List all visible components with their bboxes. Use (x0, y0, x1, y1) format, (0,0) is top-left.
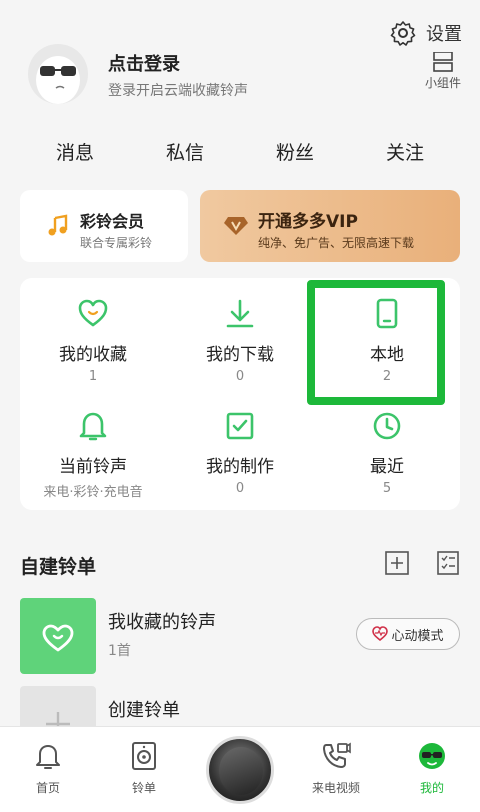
list-item-count: 1首 (108, 643, 131, 659)
grid-item-downloads[interactable]: 我的下载 0 (167, 278, 313, 388)
add-list-icon[interactable] (384, 550, 410, 576)
vip-title: 开通多多VIP (258, 212, 358, 232)
grid-count: 5 (382, 481, 392, 496)
avatar[interactable] (28, 44, 88, 104)
grid-label: 我的收藏 (59, 345, 127, 365)
grid-label: 当前铃声 (59, 457, 127, 477)
grid-count: 1 (88, 369, 98, 384)
tab-label: 首页 (35, 781, 60, 795)
stat-fans[interactable]: 粉丝 (255, 138, 335, 168)
grid-count: 0 (235, 481, 245, 496)
list-item[interactable]: 我收藏的铃声 1首 心动模式 (20, 598, 460, 674)
stats-row: 消息 私信 粉丝 关注 (0, 138, 480, 168)
profile-header: 点击登录 登录开启云端收藏铃声 设置 小组件 (0, 0, 480, 110)
manage-list-icon[interactable] (436, 550, 460, 576)
member-title: 彩铃会员 (80, 212, 145, 231)
grid-label: 最近 (370, 457, 404, 477)
grid-label: 我的下载 (206, 345, 274, 365)
favorites-thumbnail (20, 598, 96, 674)
widget-icon (433, 52, 453, 72)
local-highlight-box (307, 280, 445, 405)
tab-playlist[interactable]: 铃单 (104, 741, 184, 796)
now-playing-disc[interactable] (206, 736, 274, 804)
phone-video-icon (323, 742, 351, 768)
bell-icon (79, 412, 107, 441)
stat-following[interactable]: 关注 (365, 138, 445, 168)
music-note-icon (48, 214, 68, 236)
diamond-icon (224, 217, 248, 235)
grid-item-favorites[interactable]: 我的收藏 1 (20, 278, 166, 388)
settings-label: 设置 (426, 24, 462, 45)
grid-item-current-ringtone[interactable]: 当前铃声 来电·彩铃·充电音 (20, 390, 166, 500)
login-subtitle: 登录开启云端收藏铃声 (108, 83, 248, 99)
grid-item-my-creations[interactable]: 我的制作 0 (167, 390, 313, 500)
widget-label: 小组件 (424, 76, 461, 90)
download-icon (226, 299, 254, 328)
bell-icon (36, 745, 60, 769)
grid-count: 来电·彩铃·充电音 (43, 485, 143, 500)
gear-icon (390, 21, 416, 46)
tab-call-video[interactable]: 来电视频 (296, 741, 376, 796)
default-avatar-icon (36, 56, 80, 104)
stat-messages[interactable]: 消息 (35, 138, 115, 168)
stat-private-messages[interactable]: 私信 (145, 138, 225, 168)
tab-home[interactable]: 首页 (8, 741, 88, 796)
grid-label: 我的制作 (206, 457, 274, 477)
clock-icon (373, 412, 401, 440)
settings-button[interactable]: 设置 (390, 20, 462, 46)
ring-member-card[interactable]: 彩铃会员 联合专属彩铃 (20, 190, 188, 262)
user-face-icon (419, 743, 445, 769)
grid-count: 0 (235, 369, 245, 384)
widget-button[interactable]: 小组件 (420, 52, 466, 91)
speaker-icon (132, 742, 156, 770)
member-subtitle: 联合专属彩铃 (80, 236, 153, 250)
vip-subtitle: 纯净、免广告、无限高速下载 (258, 236, 415, 250)
tab-label: 铃单 (131, 781, 156, 795)
heartbeat-mode-button[interactable]: 心动模式 (356, 618, 460, 650)
heartbeat-icon (372, 626, 389, 642)
checkbox-icon (226, 412, 254, 440)
list-item-name: 创建铃单 (108, 700, 180, 721)
grid-item-recent[interactable]: 最近 5 (314, 390, 460, 500)
list-item-name: 我收藏的铃声 (108, 612, 216, 633)
tab-label: 我的 (419, 781, 444, 795)
heart-icon (42, 624, 74, 652)
heart-icon (78, 299, 108, 327)
login-title[interactable]: 点击登录 (108, 50, 180, 76)
album-art (219, 747, 263, 795)
vip-card[interactable]: 开通多多VIP 纯净、免广告、无限高速下载 (200, 190, 460, 262)
tab-mine[interactable]: 我的 (392, 741, 472, 796)
heartbeat-mode-label: 心动模式 (391, 628, 444, 644)
self-list-title: 自建铃单 (20, 556, 97, 578)
tab-label: 来电视频 (311, 781, 360, 795)
